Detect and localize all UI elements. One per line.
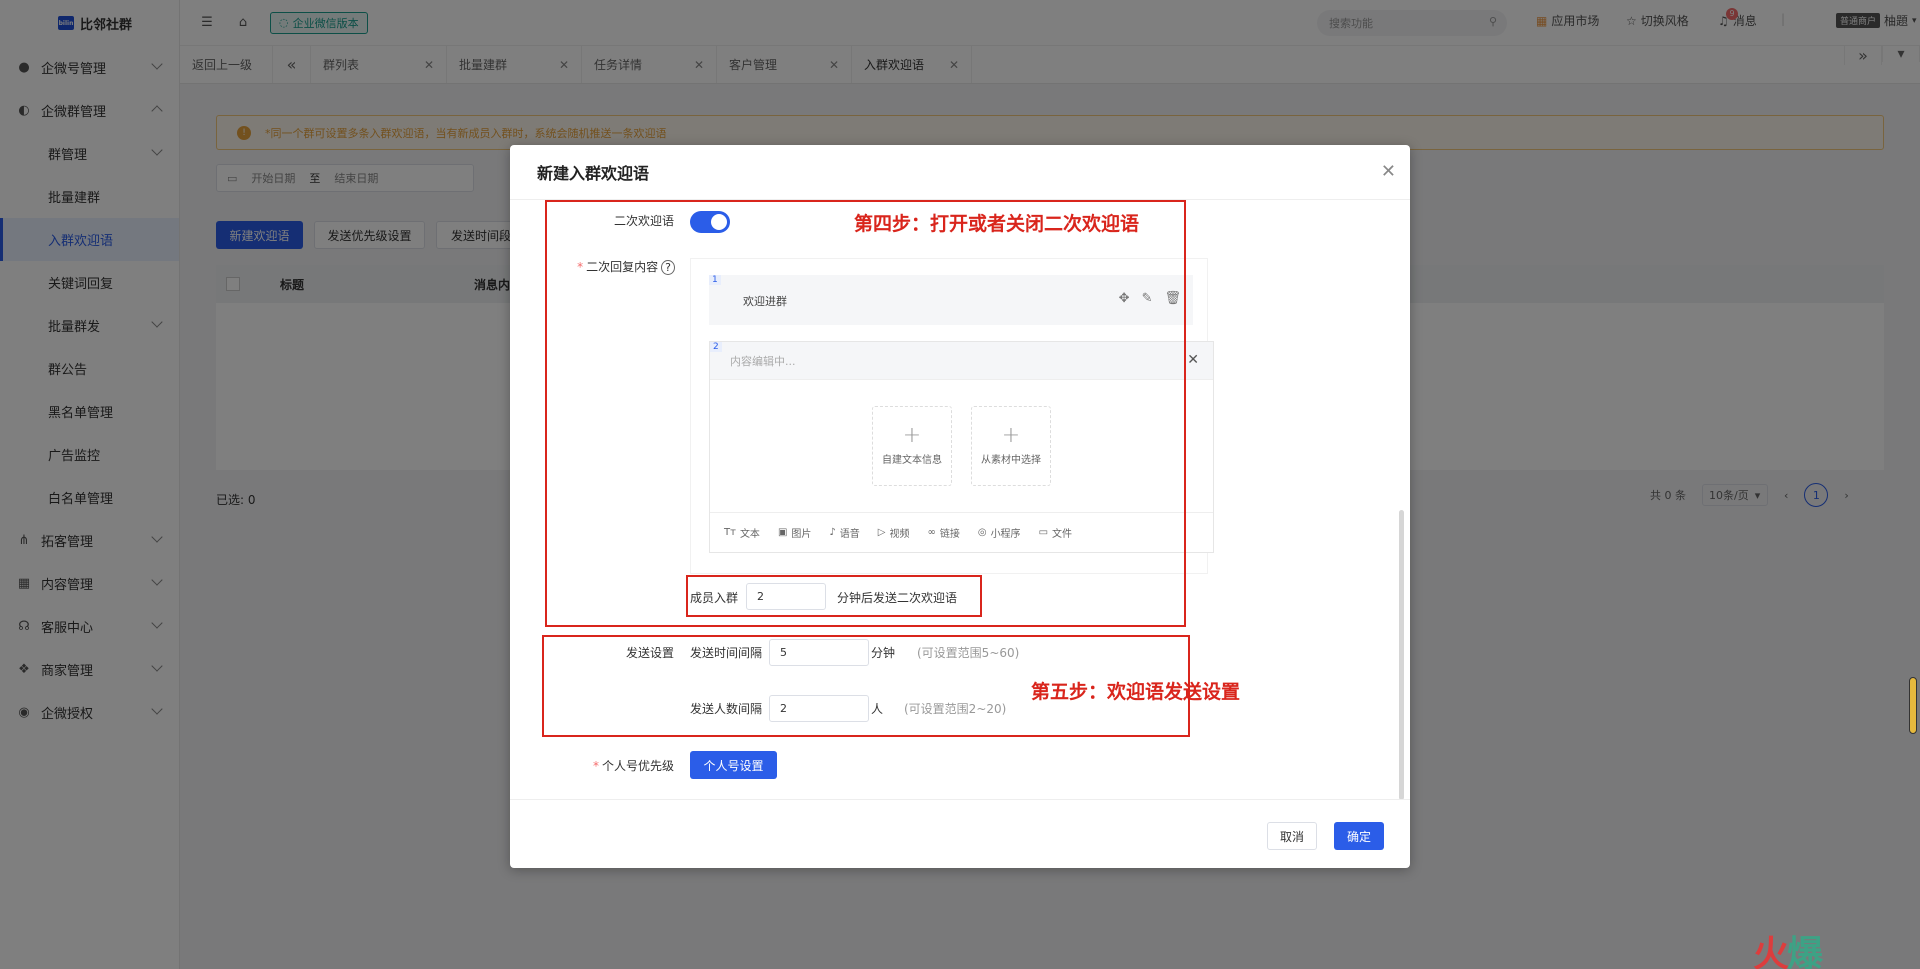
page-scrollbar[interactable] bbox=[1909, 677, 1917, 734]
required-mark: * bbox=[592, 759, 599, 773]
cancel-button[interactable]: 取消 bbox=[1267, 822, 1317, 850]
watermark-logo: 火爆 bbox=[1753, 934, 1823, 969]
modal-body: 二次欢迎语 * 二次回复内容? 1 欢迎进群 ✥ ✎ 🗑 2 内容编辑中... ✕ … bbox=[510, 200, 1410, 799]
message-index: 2 bbox=[710, 342, 722, 352]
step4-annotation-box bbox=[545, 200, 1186, 627]
new-welcome-modal: 新建入群欢迎语 ✕ 二次欢迎语 * 二次回复内容? 1 欢迎进群 ✥ ✎ 🗑 2 … bbox=[510, 145, 1410, 868]
confirm-button[interactable]: 确定 bbox=[1334, 822, 1384, 850]
label-text: 个人号优先级 bbox=[601, 759, 674, 773]
personal-priority-button[interactable]: 个人号设置 bbox=[690, 751, 777, 779]
modal-footer: 取消 确定 bbox=[510, 799, 1410, 868]
modal-header: 新建入群欢迎语 bbox=[510, 145, 1410, 200]
delay-annotation-box bbox=[686, 575, 982, 617]
close-icon[interactable]: ✕ bbox=[1187, 352, 1199, 368]
priority-label: * 个人号优先级 bbox=[550, 757, 674, 774]
step5-annotation-text: 第五步：欢迎语发送设置 bbox=[1031, 681, 1241, 703]
step4-annotation-text: 第四步：打开或者关闭二次欢迎语 bbox=[854, 213, 1140, 235]
modal-title: 新建入群欢迎语 bbox=[537, 164, 650, 183]
modal-scrollbar[interactable] bbox=[1399, 510, 1404, 799]
close-icon[interactable]: ✕ bbox=[1381, 161, 1396, 182]
